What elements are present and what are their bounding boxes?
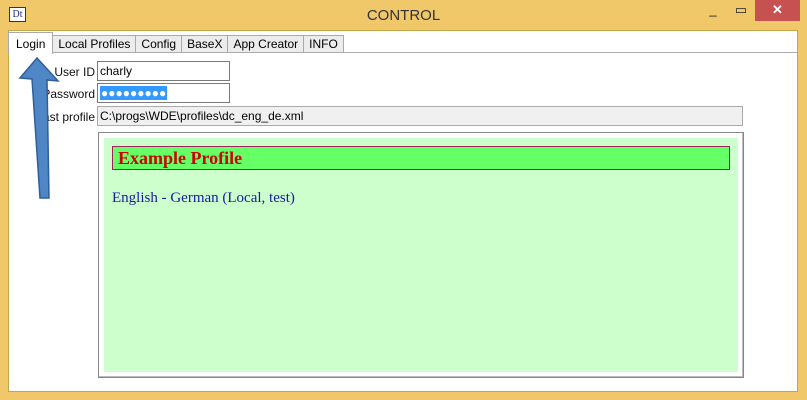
tab-login[interactable]: Login (8, 32, 54, 54)
annotation-arrow-icon (18, 56, 60, 199)
